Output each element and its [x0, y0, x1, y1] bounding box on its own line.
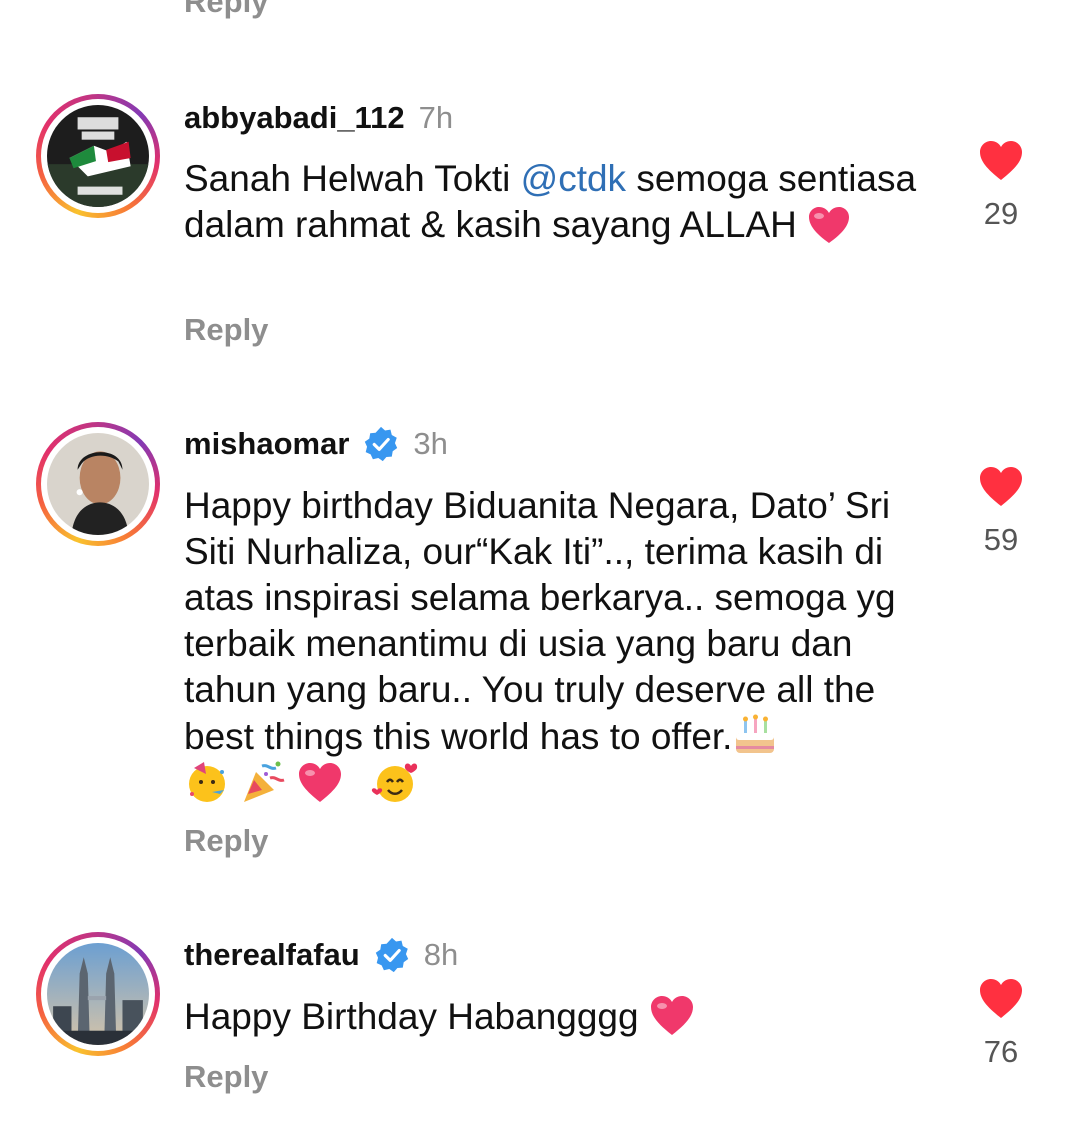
username[interactable]: abbyabadi_112: [184, 98, 405, 138]
comment-text: Sanah Helwah Tokti @ctdk semoga sentiasa…: [184, 156, 944, 248]
timestamp: 8h: [423, 937, 459, 972]
comment-text-part: Sanah Helwah Tokti: [184, 158, 521, 199]
username[interactable]: mishaomar: [184, 424, 349, 464]
partying-face-emoji-icon: [189, 762, 225, 802]
like-count: 29: [983, 196, 1019, 231]
reply-button[interactable]: Reply: [184, 312, 268, 348]
avatar-image: [47, 105, 149, 207]
heart-emoji-icon: [809, 207, 850, 243]
heart-emoji-icon: [298, 763, 341, 802]
username[interactable]: therealfafau: [184, 935, 360, 975]
heart-filled-icon[interactable]: [978, 466, 1024, 508]
timestamp: 3h: [413, 426, 448, 461]
like-control: 29: [970, 140, 1032, 232]
like-control: 59: [970, 466, 1032, 558]
avatar-image: [47, 433, 149, 535]
heart-filled-icon[interactable]: [978, 140, 1024, 182]
comment-text-part: Happy Birthday Habangggg: [184, 996, 639, 1037]
avatar[interactable]: [36, 94, 160, 218]
avatar-image: [47, 943, 149, 1045]
comment-text-part: Happy birthday Biduanita Negara, Dato’ S…: [184, 485, 896, 757]
like-count: 76: [983, 1034, 1019, 1069]
party-popper-emoji-icon: [244, 761, 285, 802]
mention-link[interactable]: @ctdk: [521, 158, 626, 199]
comments-page: Reply abbyabadi_112 7h Sanah Helwah Tokt…: [0, 0, 1080, 1132]
heart-emoji-icon: [650, 996, 693, 1035]
heart-filled-icon[interactable]: [978, 978, 1024, 1020]
like-control: 76: [970, 978, 1032, 1070]
comment-text: Happy birthday Biduanita Negara, Dato’ S…: [184, 483, 929, 807]
verified-badge-icon: [375, 937, 408, 973]
birthday-cake-emoji-icon: [736, 714, 775, 753]
reply-button[interactable]: Reply: [184, 823, 268, 859]
avatar[interactable]: [36, 932, 160, 1056]
like-count: 59: [983, 522, 1019, 557]
reply-button[interactable]: Reply: [184, 0, 268, 20]
smiling-face-with-hearts-emoji-icon: [371, 763, 418, 802]
timestamp: 7h: [418, 100, 454, 135]
comment-text: Happy Birthday Habangggg: [184, 994, 944, 1040]
reply-button[interactable]: Reply: [184, 1059, 268, 1095]
verified-badge-icon: [365, 426, 398, 462]
avatar[interactable]: [36, 422, 160, 546]
